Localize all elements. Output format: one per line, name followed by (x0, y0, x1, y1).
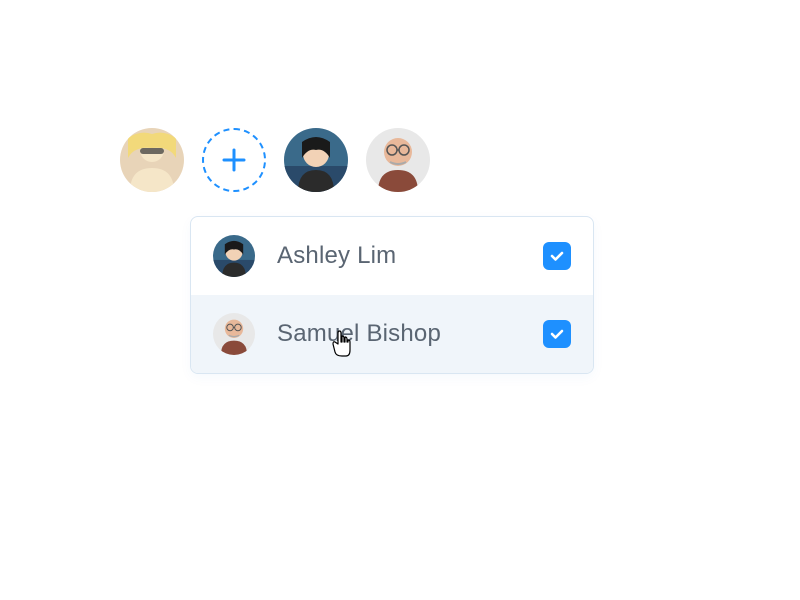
dropdown-item-samuel-bishop[interactable]: Samuel Bishop (191, 295, 593, 373)
check-icon (549, 326, 565, 342)
avatar-samuel-bishop-small (213, 313, 255, 355)
checkbox-samuel-bishop[interactable] (543, 320, 571, 348)
avatar-placeholder-icon (213, 235, 255, 277)
avatar-row (120, 128, 430, 192)
avatar-user-1[interactable] (120, 128, 184, 192)
avatar-samuel-bishop[interactable] (366, 128, 430, 192)
plus-icon (221, 147, 247, 173)
user-dropdown: Ashley Lim Samuel Bishop (190, 216, 594, 374)
avatar-placeholder-icon (366, 128, 430, 192)
avatar-ashley-lim-small (213, 235, 255, 277)
dropdown-item-label: Samuel Bishop (277, 320, 521, 348)
dropdown-item-ashley-lim[interactable]: Ashley Lim (191, 217, 593, 295)
avatar-placeholder-icon (284, 128, 348, 192)
dropdown-item-label: Ashley Lim (277, 242, 521, 270)
avatar-placeholder-icon (120, 128, 184, 192)
avatar-ashley-lim[interactable] (284, 128, 348, 192)
checkbox-ashley-lim[interactable] (543, 242, 571, 270)
avatar-placeholder-icon (213, 313, 255, 355)
check-icon (549, 248, 565, 264)
add-user-button[interactable] (202, 128, 266, 192)
